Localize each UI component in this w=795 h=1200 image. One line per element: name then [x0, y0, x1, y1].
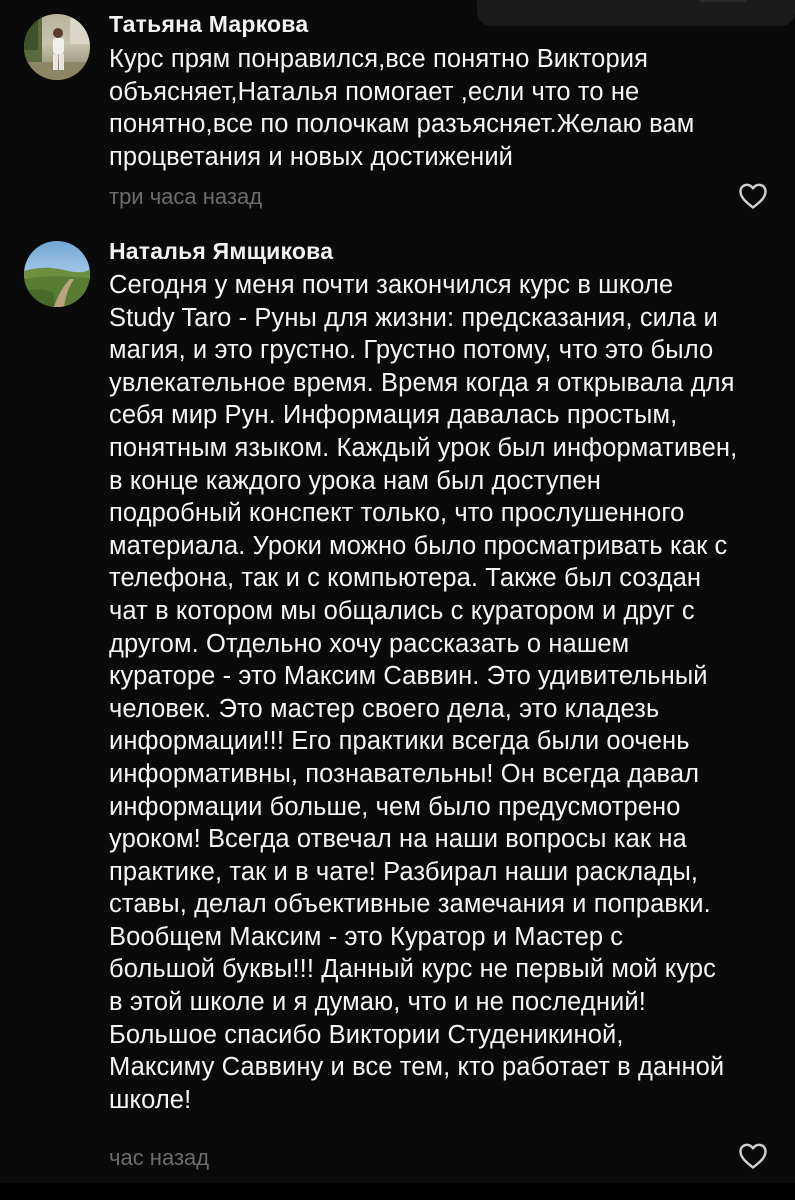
- comment-text-line: подробный конспект только, что прослушен…: [109, 499, 685, 528]
- comment-text: Курс прям понравился,все понятно Виктори…: [109, 43, 777, 173]
- comments-screen: Татьяна Маркова Курс прям понравился,все…: [0, 0, 795, 1200]
- heart-outline-icon[interactable]: [738, 182, 768, 210]
- comment-text-line: информации!!! Его практики всегда были о…: [109, 727, 690, 756]
- comment-text-line: Study Taro - Руны для жизни: предсказани…: [109, 303, 718, 332]
- comment-text-line: увлекательное время. Время когда я откры…: [109, 368, 735, 397]
- comment-author[interactable]: Наталья Ямщикова: [109, 238, 333, 265]
- comment-text: Сегодня у меня почти закончился курс в ш…: [109, 269, 777, 1116]
- comment-text-line: кураторе - это Максим Саввин. Это удивит…: [109, 662, 708, 691]
- comment-text-line: информации больше, чем было предусмотрен…: [109, 792, 681, 821]
- comment-text-line: телефона, так и с компьютера. Также был …: [109, 564, 702, 593]
- comment-text-line: Максиму Саввину и все тем, кто работает …: [109, 1053, 725, 1082]
- comment-text-line: другом. Отдельно хочу рассказать о нашем: [109, 629, 630, 658]
- comment-text-line: Сегодня у меня почти закончился курс в ш…: [109, 271, 674, 299]
- comment-text-line: магия, и это грустно. Грустно потому, чт…: [109, 336, 714, 365]
- comment-text-line: Большое спасибо Виктории Студеникиной,: [109, 1020, 624, 1049]
- user-photo-avatar[interactable]: [24, 14, 90, 80]
- comment-text-line: понятным языком. Каждый урок был информа…: [109, 433, 738, 462]
- comment-text-line: информативны, познавательны! Он всегда д…: [109, 759, 700, 788]
- comment-text-line: процветания и новых достижений: [109, 142, 514, 171]
- comment-text-line: объясняет,Наталья помогает ,если что то …: [109, 77, 640, 106]
- comment-text-line: материала. Уроки можно было просматриват…: [109, 531, 728, 560]
- bottom-edge: [0, 1183, 795, 1200]
- comment-text-line: в конце каждого урока нам был доступен: [109, 466, 601, 495]
- comment-timestamp: три часа назад: [109, 184, 263, 209]
- comment-text-line: чат в котором мы общались с куратором и …: [109, 596, 695, 625]
- comment-timestamp: час назад: [109, 1145, 210, 1170]
- landscape-photo-avatar[interactable]: [24, 241, 90, 307]
- input-bar-divider: [699, 0, 747, 2]
- comment-text-line: большой буквы!!! Данный курс не первый м…: [109, 955, 717, 984]
- comment-author[interactable]: Татьяна Маркова: [109, 11, 308, 38]
- heart-outline-icon[interactable]: [738, 1142, 768, 1170]
- comment-text-line: в этой школе и я думаю, что и не последн…: [109, 988, 646, 1017]
- comment-text-line: Вообщем Максим - это Куратор и Мастер с: [109, 922, 624, 951]
- comment-text-line: практике, так и в чате! Разбирал наши ра…: [109, 857, 699, 886]
- comment-input-bar[interactable]: [477, 0, 795, 26]
- comment-text-line: Курс прям понравился,все понятно Виктори…: [109, 45, 649, 73]
- comment-text-line: человек. Это мастер своего дела, это кла…: [109, 694, 660, 723]
- comment-text-line: ставы, делал объективные замечания и поп…: [109, 890, 711, 919]
- comment-text-line: понятно,все по полочкам разъясняет.Желаю…: [109, 110, 695, 139]
- comment-text-line: уроком! Всегда отвечал на наши вопросы к…: [109, 825, 687, 854]
- comment-text-line: себя мир Рун. Информация давалась просты…: [109, 401, 678, 430]
- comment-text-line: школе!: [109, 1085, 192, 1114]
